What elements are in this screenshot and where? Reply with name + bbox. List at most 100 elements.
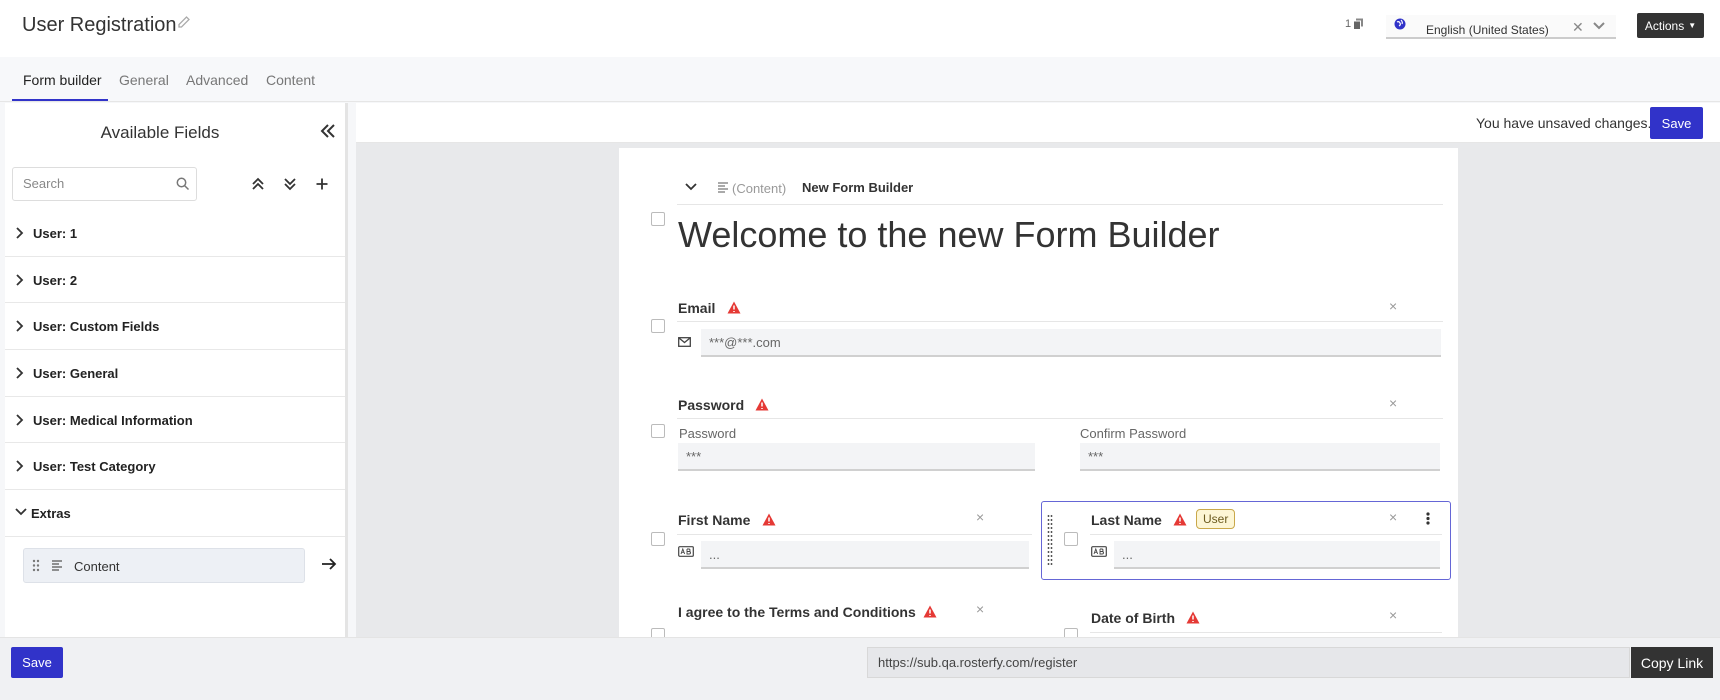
first-name-field-label: First Name <box>678 512 751 528</box>
field-group-extras[interactable]: Extras <box>5 490 345 537</box>
email-input-preview[interactable]: ***@***.com <box>701 329 1441 357</box>
save-button[interactable]: Save <box>1650 107 1703 139</box>
select-checkbox[interactable] <box>651 319 665 333</box>
active-tab-indicator <box>12 99 108 101</box>
select-checkbox[interactable] <box>651 212 665 226</box>
arrow-right-icon[interactable] <box>321 557 337 571</box>
drag-handle-icon[interactable] <box>1047 515 1053 565</box>
select-checkbox[interactable] <box>651 532 665 546</box>
last-name-placeholder: ... <box>1122 547 1133 562</box>
collapse-all-icon[interactable] <box>249 175 267 193</box>
registration-link-input[interactable] <box>878 655 1578 670</box>
chevron-right-icon <box>16 320 24 333</box>
field-group-label: User: Custom Fields <box>33 319 160 335</box>
first-name-placeholder: ... <box>709 547 720 562</box>
collapse-panel-icon[interactable] <box>318 121 338 141</box>
expand-all-icon[interactable] <box>281 175 299 193</box>
confirm-password-value: *** <box>1088 449 1104 464</box>
top-bar: User Registration 1 English (United Stat… <box>0 0 1720 57</box>
actions-button[interactable]: Actions ▼ <box>1637 13 1704 38</box>
divider <box>1090 632 1442 633</box>
more-vertical-icon[interactable] <box>1426 512 1430 525</box>
chevron-down-icon <box>15 508 27 516</box>
last-name-input-preview[interactable]: ... <box>1114 541 1440 569</box>
chevron-down-icon[interactable] <box>1592 19 1606 33</box>
edit-title-icon[interactable] <box>176 14 192 30</box>
canvas-toolbar: You have unsaved changes. Save <box>356 103 1720 143</box>
envelope-icon <box>678 337 691 347</box>
warning-icon <box>923 605 937 618</box>
password-field-label: Password <box>678 397 745 413</box>
tab-bar: Form builder General Advanced Content <box>0 57 1720 102</box>
date-of-birth-field-label: Date of Birth <box>1091 610 1175 626</box>
select-checkbox[interactable] <box>651 628 665 637</box>
form-canvas: (Content) New Form Builder Welcome to th… <box>356 143 1720 637</box>
content-block-name: New Form Builder <box>802 180 914 195</box>
tab-advanced[interactable]: Advanced <box>186 72 248 88</box>
chevron-right-icon <box>16 227 24 239</box>
unsaved-changes-message: You have unsaved changes. <box>1476 115 1652 131</box>
page-title: User Registration <box>22 14 177 36</box>
welcome-heading: Welcome to the new Form Builder <box>678 214 1220 255</box>
remove-field-icon[interactable]: × <box>976 509 984 525</box>
confirm-password-input-preview[interactable]: *** <box>1080 443 1440 471</box>
divider <box>677 204 1443 205</box>
tab-form-builder[interactable]: Form builder <box>23 72 102 88</box>
search-input[interactable] <box>23 176 173 191</box>
remove-field-icon[interactable]: × <box>1389 298 1397 314</box>
field-group-label: User: Medical Information <box>33 412 193 428</box>
text-field-icon <box>1091 546 1107 557</box>
language-select[interactable]: English (United States) ✕ <box>1386 15 1616 39</box>
drag-handle-icon[interactable] <box>32 559 40 572</box>
select-checkbox[interactable] <box>1064 532 1078 546</box>
field-group-user-1[interactable]: User: 1 <box>5 210 345 257</box>
chevron-right-icon <box>16 414 24 426</box>
field-group-user-test-category[interactable]: User: Test Category <box>5 443 345 491</box>
field-label: Content <box>74 559 120 574</box>
footer-save-button[interactable]: Save <box>11 647 63 678</box>
password-input-preview[interactable]: *** <box>678 443 1035 471</box>
field-groups: User: 1 User: 2 User: Custom Fields User… <box>5 210 345 537</box>
remove-field-icon[interactable]: × <box>1389 607 1397 623</box>
warning-icon <box>1186 611 1200 624</box>
footer-bar: Save Copy Link <box>0 637 1720 700</box>
field-group-label: User: 1 <box>33 226 78 241</box>
copy-link-button[interactable]: Copy Link <box>1631 647 1713 678</box>
text-lines-icon <box>52 560 62 571</box>
remove-field-icon[interactable]: × <box>1389 509 1397 525</box>
remove-field-icon[interactable]: × <box>1389 395 1397 411</box>
divider <box>677 321 1443 322</box>
content-type-label: (Content) <box>732 181 787 196</box>
field-group-user-medical-information[interactable]: User: Medical Information <box>5 397 345 444</box>
select-checkbox[interactable] <box>1064 628 1078 637</box>
add-icon[interactable] <box>313 175 331 193</box>
field-group-label: User: 2 <box>33 272 78 288</box>
text-lines-icon <box>718 182 728 193</box>
panel-title: Available Fields <box>100 123 220 142</box>
clear-language-icon[interactable]: ✕ <box>1572 19 1584 36</box>
email-field-label: Email <box>678 300 716 316</box>
form-page: (Content) New Form Builder Welcome to th… <box>619 148 1458 637</box>
search-icon <box>176 177 190 191</box>
tab-general[interactable]: General <box>119 72 169 88</box>
warning-icon <box>755 398 769 411</box>
warning-icon <box>727 301 741 314</box>
first-name-input-preview[interactable]: ... <box>701 541 1029 569</box>
chevron-right-icon <box>16 460 24 473</box>
field-group-label: User: Test Category <box>33 459 156 475</box>
tab-content[interactable]: Content <box>266 72 315 88</box>
field-group-user-general[interactable]: User: General <box>5 350 345 397</box>
last-name-field-label: Last Name <box>1091 512 1162 528</box>
available-field-content[interactable]: Content <box>23 548 305 583</box>
select-checkbox[interactable] <box>651 424 665 438</box>
registration-link-field <box>867 647 1630 678</box>
field-group-user-2[interactable]: User: 2 <box>5 257 345 304</box>
chevron-down-icon[interactable] <box>685 182 697 192</box>
divider <box>1090 534 1442 535</box>
copies-indicator[interactable]: 1 <box>1345 18 1364 30</box>
globe-icon <box>1394 18 1406 30</box>
remove-field-icon[interactable]: × <box>976 601 984 617</box>
chevron-right-icon <box>16 367 24 379</box>
password-sublabel: Password <box>679 426 737 441</box>
field-group-user-custom-fields[interactable]: User: Custom Fields <box>5 303 345 351</box>
